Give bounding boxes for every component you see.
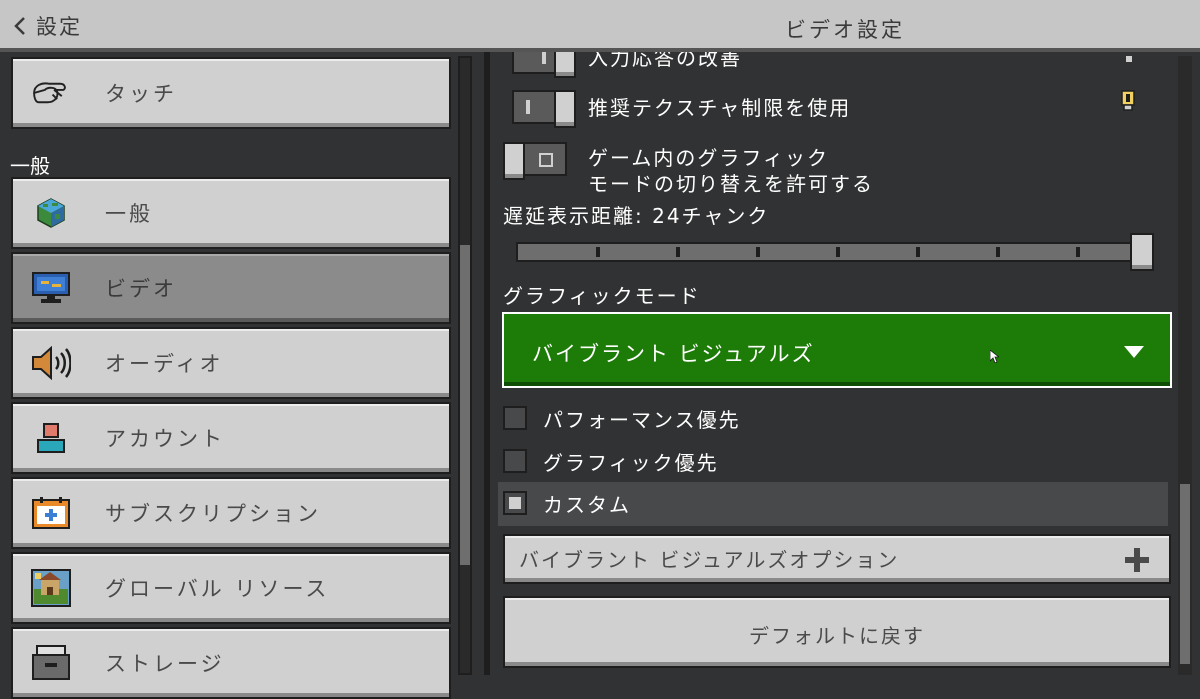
sidebar-item-general[interactable]: 一般 — [11, 177, 451, 249]
sidebar-item-global-resources[interactable]: グローバル リソース — [11, 552, 451, 624]
speaker-icon — [31, 343, 71, 383]
sidebar-item-label: タッチ — [105, 82, 177, 106]
settings-scrollbar-thumb[interactable] — [1180, 484, 1190, 664]
account-person-icon — [31, 418, 71, 458]
storage-box-icon — [31, 643, 71, 683]
info-dot — [1126, 56, 1132, 62]
sidebar-item-subscription[interactable]: サブスクリプション — [11, 477, 451, 549]
performance-priority-checkbox[interactable] — [503, 406, 527, 430]
sidebar-item-video[interactable]: ビデオ — [11, 252, 451, 324]
sidebar-item-label: 一般 — [105, 202, 153, 226]
lightbulb-icon[interactable] — [1120, 90, 1136, 112]
vibrant-visuals-options-button[interactable]: バイブラント ビジュアルズオプション — [503, 534, 1171, 584]
reset-default-label: デフォルトに戻す — [749, 624, 925, 648]
plus-icon — [1125, 548, 1149, 572]
render-distance-label: 遅延表示距離: 24チャンク — [503, 204, 770, 228]
graphics-mode-label: グラフィックモード — [503, 284, 701, 308]
sidebar-scrollbar-thumb[interactable] — [460, 245, 470, 565]
page-title: ビデオ設定 — [785, 18, 905, 42]
sidebar-item-label: グローバル リソース — [105, 577, 330, 601]
chevron-down-icon — [1124, 346, 1144, 358]
sidebar-item-label: ビデオ — [105, 277, 177, 301]
recommended-texture-toggle[interactable] — [512, 90, 576, 128]
sidebar-item-label: アカウント — [105, 427, 225, 451]
recommended-texture-label: 推奨テクスチャ制限を使用 — [588, 96, 852, 120]
performance-priority-label: パフォーマンス優先 — [543, 408, 741, 432]
globe-cube-icon — [31, 193, 71, 233]
graphics-switch-label-line1: ゲーム内のグラフィック — [588, 146, 829, 170]
reset-default-button[interactable]: デフォルトに戻す — [503, 596, 1171, 668]
custom-checkbox[interactable] — [503, 491, 527, 515]
chevron-left-icon — [14, 17, 25, 35]
render-distance-slider-handle[interactable] — [1130, 233, 1154, 271]
touch-hand-icon — [31, 73, 71, 113]
sidebar-item-account[interactable]: アカウント — [11, 402, 451, 474]
graphics-priority-checkbox[interactable] — [503, 449, 527, 473]
monitor-icon — [31, 268, 71, 308]
sidebar-item-touch[interactable]: タッチ — [11, 57, 451, 129]
graphics-switch-toggle[interactable] — [503, 142, 567, 180]
back-label: 設定 — [36, 15, 82, 39]
vibrant-visuals-options-label: バイブラント ビジュアルズオプション — [519, 548, 900, 572]
mouse-cursor-icon — [990, 350, 999, 363]
resource-pack-icon — [31, 568, 71, 608]
top-bar-overlay: 設定 ビデオ設定 — [0, 0, 1200, 52]
back-button[interactable]: 設定 — [14, 10, 82, 42]
graphics-mode-value: バイブラント ビジュアルズ — [532, 342, 815, 366]
sidebar-item-audio[interactable]: オーディオ — [11, 327, 451, 399]
custom-label: カスタム — [543, 493, 631, 517]
sidebar-item-label: ストレージ — [105, 652, 225, 676]
sidebar-item-storage[interactable]: ストレージ — [11, 627, 451, 699]
render-distance-slider[interactable] — [516, 242, 1150, 262]
sidebar-item-label: サブスクリプション — [105, 502, 321, 526]
graphics-priority-label: グラフィック優先 — [543, 451, 719, 475]
graphics-mode-dropdown[interactable]: バイブラント ビジュアルズ — [502, 312, 1172, 388]
section-heading-general: 一般 — [10, 154, 50, 178]
graphics-switch-label-line2: モードの切り替えを許可する — [588, 172, 874, 196]
sidebar-item-label: オーディオ — [105, 352, 224, 376]
calendar-plus-icon — [31, 493, 71, 533]
